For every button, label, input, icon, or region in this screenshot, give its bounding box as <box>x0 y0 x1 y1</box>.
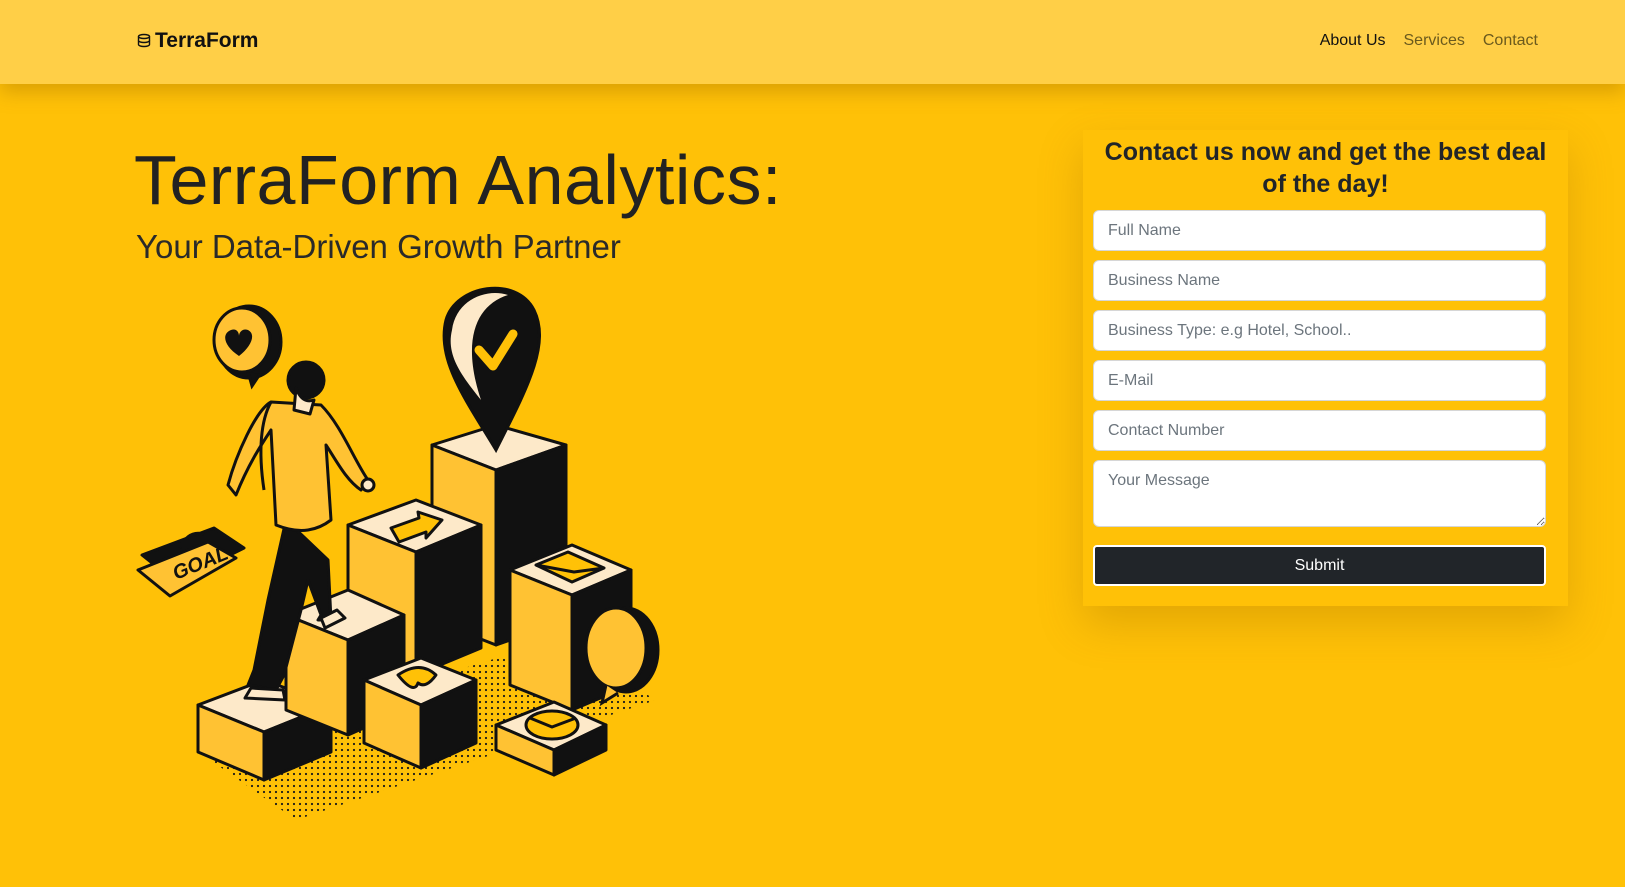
hero-title: TerraForm Analytics: <box>134 141 782 219</box>
brand-link[interactable]: TerraForm <box>137 29 258 53</box>
hero-subtitle: Your Data-Driven Growth Partner <box>136 228 621 265</box>
growth-illustration: GOAL <box>136 286 660 820</box>
briefcase-icon: GOAL <box>136 526 246 598</box>
nav-about-us[interactable]: About Us <box>1320 32 1386 50</box>
nav-services[interactable]: Services <box>1404 32 1465 50</box>
full-name-input[interactable] <box>1093 210 1546 251</box>
submit-button[interactable]: Submit <box>1093 545 1546 586</box>
database-icon <box>137 33 151 48</box>
nav-links: About Us Services Contact <box>1320 32 1538 50</box>
heart-bubble-icon <box>212 304 283 390</box>
contact-number-input[interactable] <box>1093 410 1546 451</box>
business-type-input[interactable] <box>1093 310 1546 351</box>
location-pin-icon <box>442 286 542 454</box>
message-textarea[interactable] <box>1093 460 1546 527</box>
contact-form: Contact us now and get the best deal of … <box>1083 130 1568 606</box>
business-name-input[interactable] <box>1093 260 1546 301</box>
email-input[interactable] <box>1093 360 1546 401</box>
user-block <box>362 656 478 770</box>
form-heading: Contact us now and get the best deal of … <box>1104 138 1547 198</box>
navbar: TerraForm About Us Services Contact <box>0 0 1625 84</box>
brand-name: TerraForm <box>155 29 259 52</box>
nav-contact[interactable]: Contact <box>1483 32 1538 50</box>
